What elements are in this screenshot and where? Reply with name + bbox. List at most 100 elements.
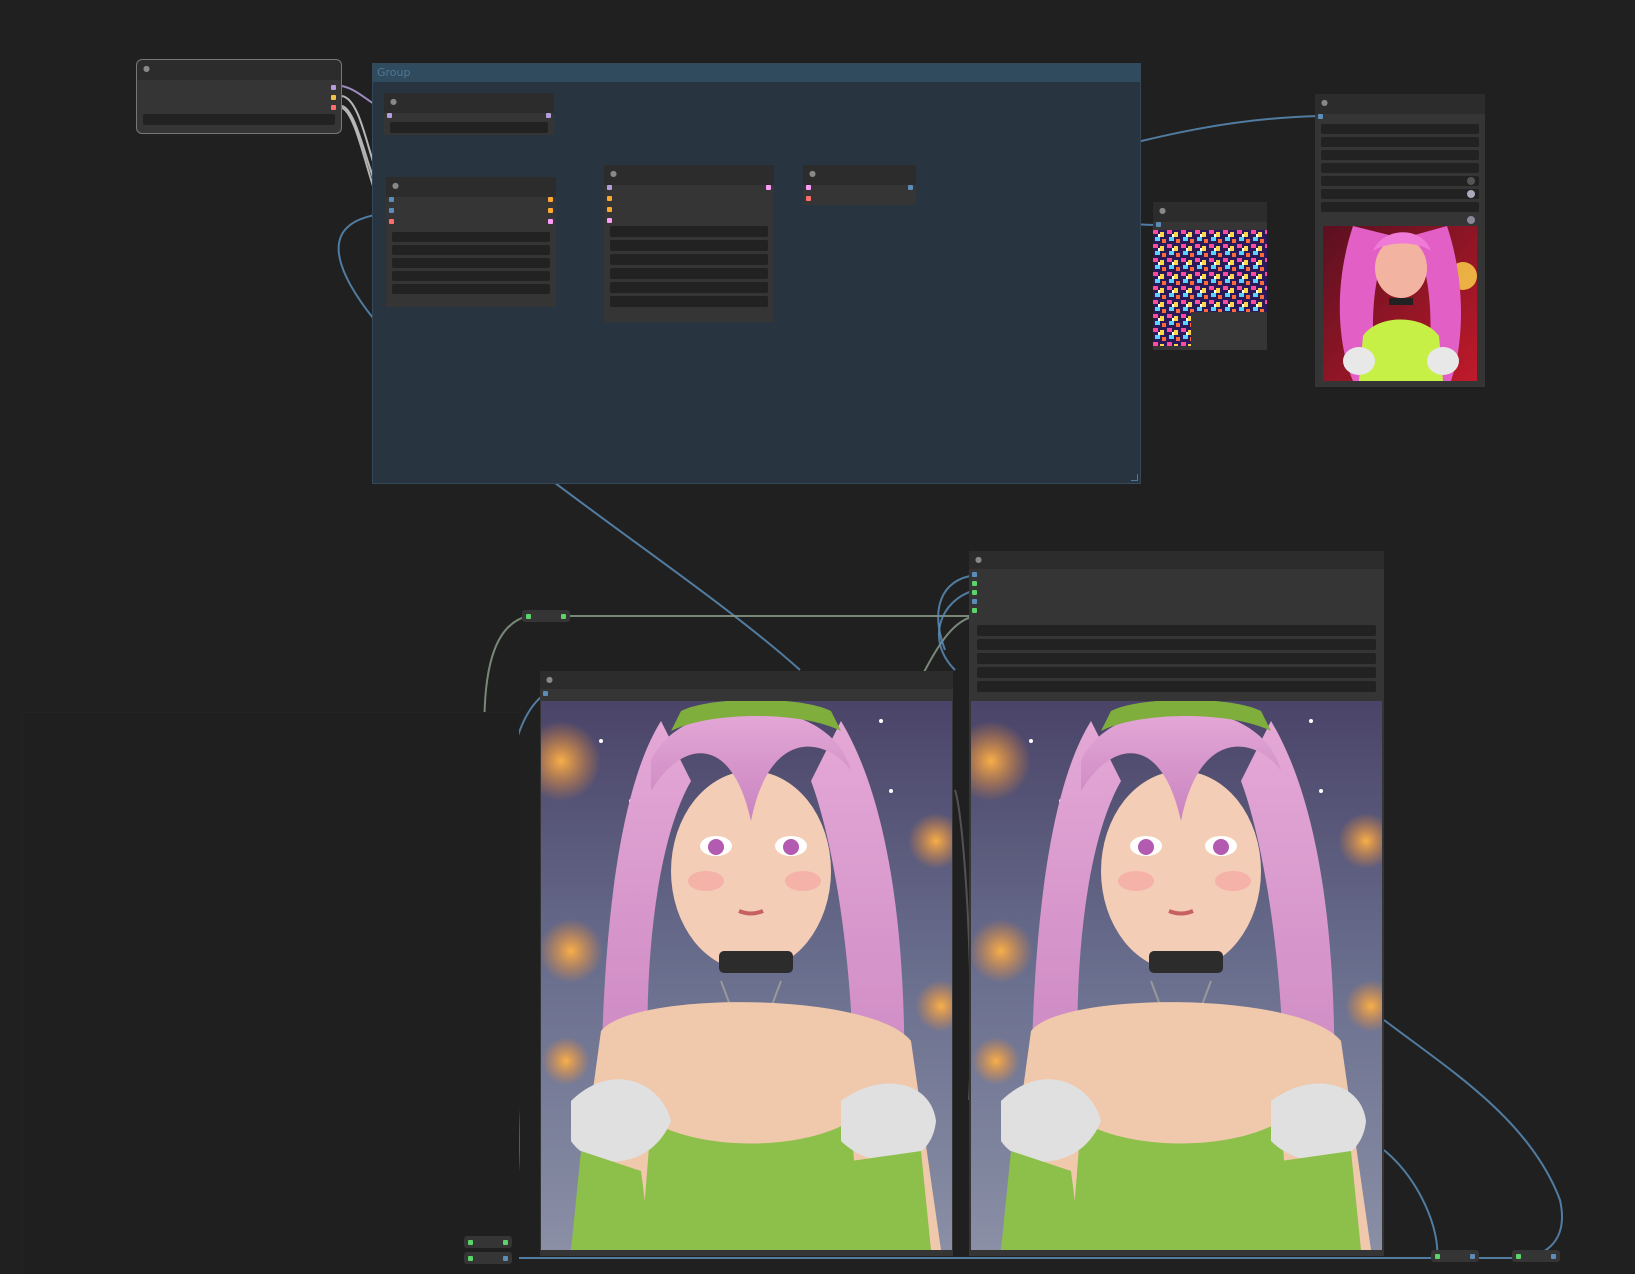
latent-output-slot[interactable] [548, 219, 553, 224]
prompt-widget-3[interactable] [392, 258, 550, 268]
reroute-output-slot[interactable] [503, 1240, 508, 1245]
collapse-dot-icon[interactable]: ● [809, 170, 816, 178]
node-header[interactable]: ● [1153, 202, 1267, 222]
toggle-icon[interactable] [1467, 216, 1475, 224]
option-widget-6[interactable] [1321, 189, 1479, 199]
input-slot-3[interactable] [389, 219, 394, 224]
clip-output-slot[interactable] [331, 95, 336, 100]
input-slot-2[interactable] [972, 581, 977, 586]
images-input-slot[interactable] [1156, 222, 1161, 227]
option-widget-5[interactable] [1321, 176, 1479, 186]
prompt-widget-1[interactable] [392, 232, 550, 242]
input-slot-1[interactable] [972, 572, 977, 577]
seed-widget[interactable] [610, 226, 768, 237]
reroute-input-slot[interactable] [1516, 1254, 1521, 1259]
positive-input-slot[interactable] [607, 196, 612, 201]
collapse-dot-icon[interactable]: ● [1159, 207, 1166, 215]
collapse-dot-icon[interactable]: ● [392, 182, 399, 190]
reroute-node-bottom-3[interactable] [1431, 1250, 1479, 1262]
reroute-node-top[interactable] [522, 610, 570, 622]
collapse-dot-icon[interactable]: ● [546, 676, 553, 684]
upscale-node[interactable]: ● [969, 551, 1384, 1256]
node-header[interactable]: ● [137, 60, 341, 80]
option-widget-2[interactable] [1321, 137, 1479, 147]
model-output-slot[interactable] [546, 113, 551, 118]
images-input-slot[interactable] [543, 691, 548, 696]
param-widget-3[interactable] [977, 653, 1376, 664]
preview-grid-node[interactable]: ● [1153, 202, 1267, 350]
prompt-widget-4[interactable] [392, 271, 550, 281]
checkpoint-loader-node[interactable]: ● [136, 59, 342, 134]
option-widget-3[interactable] [1321, 150, 1479, 160]
latent-input-slot[interactable] [607, 218, 612, 223]
negative-output-slot[interactable] [548, 208, 553, 213]
reroute-input-slot[interactable] [468, 1240, 473, 1245]
collapse-dot-icon[interactable]: ● [610, 170, 617, 178]
reroute-output-slot[interactable] [561, 614, 566, 619]
model-input-slot[interactable] [607, 185, 612, 190]
collapse-dot-icon[interactable]: ● [975, 556, 982, 564]
node-header[interactable]: ● [540, 671, 953, 689]
param-widget-2[interactable] [977, 639, 1376, 650]
prompt-widget-5[interactable] [392, 284, 550, 294]
reroute-node-bottom-1[interactable] [464, 1236, 512, 1248]
param-widget-1[interactable] [977, 625, 1376, 636]
input-slot-2[interactable] [389, 208, 394, 213]
ksampler-node[interactable]: ● [604, 165, 774, 322]
collapse-dot-icon[interactable]: ● [143, 65, 150, 73]
preview-right-node[interactable]: ● [1315, 94, 1485, 387]
image-output-slot[interactable] [908, 185, 913, 190]
reroute-node-bottom-2[interactable] [464, 1252, 512, 1264]
negative-input-slot[interactable] [607, 207, 612, 212]
reroute-input-slot[interactable] [1435, 1254, 1440, 1259]
node-header[interactable]: ● [969, 551, 1384, 569]
option-widget-7[interactable] [1321, 202, 1479, 212]
node-header[interactable]: ● [384, 93, 554, 113]
vae-decode-node[interactable]: ● [803, 165, 916, 205]
upscale-output-link[interactable] [1383, 1019, 1563, 1259]
option-widget-4[interactable] [1321, 163, 1479, 173]
prompt-widget-2[interactable] [392, 245, 550, 255]
scheduler-widget[interactable] [610, 296, 768, 307]
input-slot-1[interactable] [389, 197, 394, 202]
node-header[interactable]: ● [386, 177, 556, 197]
upscale-output-link-2[interactable] [1383, 1149, 1439, 1259]
positive-output-slot[interactable] [548, 197, 553, 202]
toggle-on-icon[interactable] [1467, 190, 1475, 198]
reroute-node-bottom-4[interactable] [1512, 1250, 1560, 1262]
input-slot-5[interactable] [972, 608, 977, 613]
image-input-slot[interactable] [1318, 114, 1323, 119]
sampler-widget[interactable] [610, 282, 768, 293]
reroute-output-slot[interactable] [1551, 1254, 1556, 1259]
param-widget-5[interactable] [977, 681, 1376, 692]
group-title[interactable]: Group [373, 64, 1140, 82]
vae-input-slot[interactable] [806, 196, 811, 201]
image-preview-left-node[interactable]: ● [540, 671, 953, 1256]
latent-output-slot[interactable] [766, 185, 771, 190]
node-header[interactable]: ● [803, 165, 916, 185]
param-widget-4[interactable] [977, 667, 1376, 678]
node-header[interactable]: ● [1315, 94, 1485, 114]
lora-widget[interactable] [390, 122, 548, 133]
reroute-output-slot[interactable] [1470, 1254, 1475, 1259]
control-widget[interactable] [610, 240, 768, 251]
text-encoder-node[interactable]: ● [386, 177, 556, 307]
input-slot-4[interactable] [972, 599, 977, 604]
model-output-slot[interactable] [331, 85, 336, 90]
collapse-dot-icon[interactable]: ● [1321, 99, 1328, 107]
reroute-output-slot[interactable] [503, 1256, 508, 1261]
option-widget-1[interactable] [1321, 124, 1479, 134]
reroute-input-slot[interactable] [526, 614, 531, 619]
resize-handle-icon[interactable] [1131, 474, 1138, 481]
steps-widget[interactable] [610, 254, 768, 265]
node-header[interactable]: ● [604, 165, 774, 185]
samples-input-slot[interactable] [806, 185, 811, 190]
vae-output-slot[interactable] [331, 105, 336, 110]
cfg-widget[interactable] [610, 268, 768, 279]
reroute-input-slot[interactable] [468, 1256, 473, 1261]
collapse-dot-icon[interactable]: ● [390, 98, 397, 106]
lora-loader-node[interactable]: ● [384, 93, 554, 135]
model-input-slot[interactable] [387, 113, 392, 118]
toggle-off-icon[interactable] [1467, 177, 1475, 185]
input-slot-3[interactable] [972, 590, 977, 595]
